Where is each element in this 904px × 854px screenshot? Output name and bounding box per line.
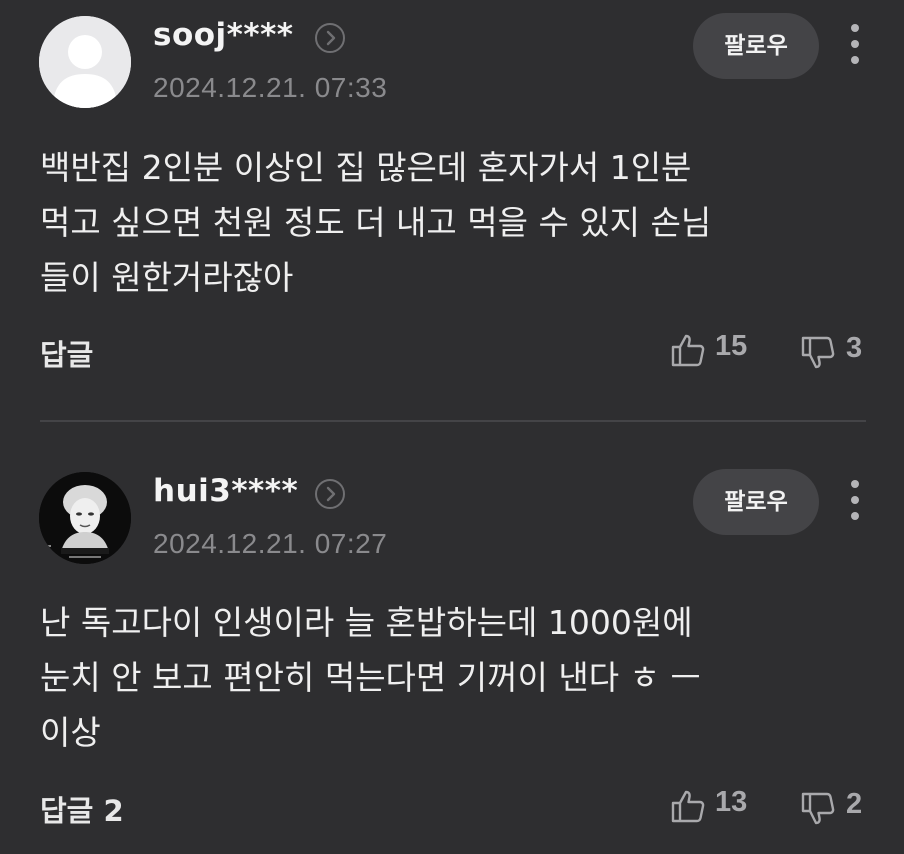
- username[interactable]: hui3****: [153, 473, 298, 509]
- comment-item: hui3**** 2024.12.21. 07:27 팔로우 난 독고다이 인생…: [0, 422, 904, 854]
- default-person-icon: [39, 16, 131, 108]
- username[interactable]: sooj****: [153, 17, 294, 53]
- comment-text-line: 백반집 2인분 이상인 집 많은데 혼자가서 1인분: [40, 148, 692, 187]
- follow-button[interactable]: 팔로우: [693, 13, 819, 79]
- reply-button[interactable]: 답글: [40, 332, 93, 374]
- like-count: 13: [715, 786, 748, 818]
- timestamp: 2024.12.21. 07:33: [153, 72, 388, 103]
- more-options-icon[interactable]: [843, 478, 867, 522]
- thumbs-down-icon: [801, 336, 835, 369]
- comment-text-line: 먹고 싶으면 천원 정도 더 내고 먹을 수 있지 손님: [40, 203, 712, 242]
- like-count: 15: [715, 330, 748, 362]
- more-options-icon[interactable]: [843, 22, 867, 66]
- comment-text: 난 독고다이 인생이라 늘 혼밥하는데 1000원에 눈치 안 보고 편안히 먹…: [40, 595, 860, 760]
- avatar[interactable]: [39, 472, 131, 564]
- thumbs-up-icon: [671, 790, 705, 823]
- reply-button[interactable]: 답글 2: [40, 788, 124, 830]
- chevron-right-circle-icon[interactable]: [315, 23, 345, 53]
- comment-text-line: 눈치 안 보고 편안히 먹는다면 기꺼이 낸다 ㅎ ㅡ: [40, 658, 701, 697]
- thumbs-down-icon: [801, 792, 835, 825]
- portrait-photo: [39, 472, 131, 564]
- comment-text: 백반집 2인분 이상인 집 많은데 혼자가서 1인분 먹고 싶으면 천원 정도 …: [40, 140, 860, 305]
- avatar[interactable]: [39, 16, 131, 108]
- comment-item: sooj**** 2024.12.21. 07:33 팔로우 백반집 2인분 이…: [0, 0, 904, 420]
- follow-button[interactable]: 팔로우: [693, 469, 819, 535]
- dislike-count: 3: [846, 332, 863, 364]
- dislike-count: 2: [846, 788, 863, 820]
- timestamp: 2024.12.21. 07:27: [153, 528, 388, 559]
- thumbs-up-icon: [671, 334, 705, 367]
- comment-text-line: 들이 원한거라잖아: [40, 258, 294, 297]
- comment-text-line: 이상: [40, 713, 101, 752]
- chevron-right-circle-icon[interactable]: [315, 479, 345, 509]
- comment-text-line: 난 독고다이 인생이라 늘 혼밥하는데 1000원에: [40, 603, 693, 642]
